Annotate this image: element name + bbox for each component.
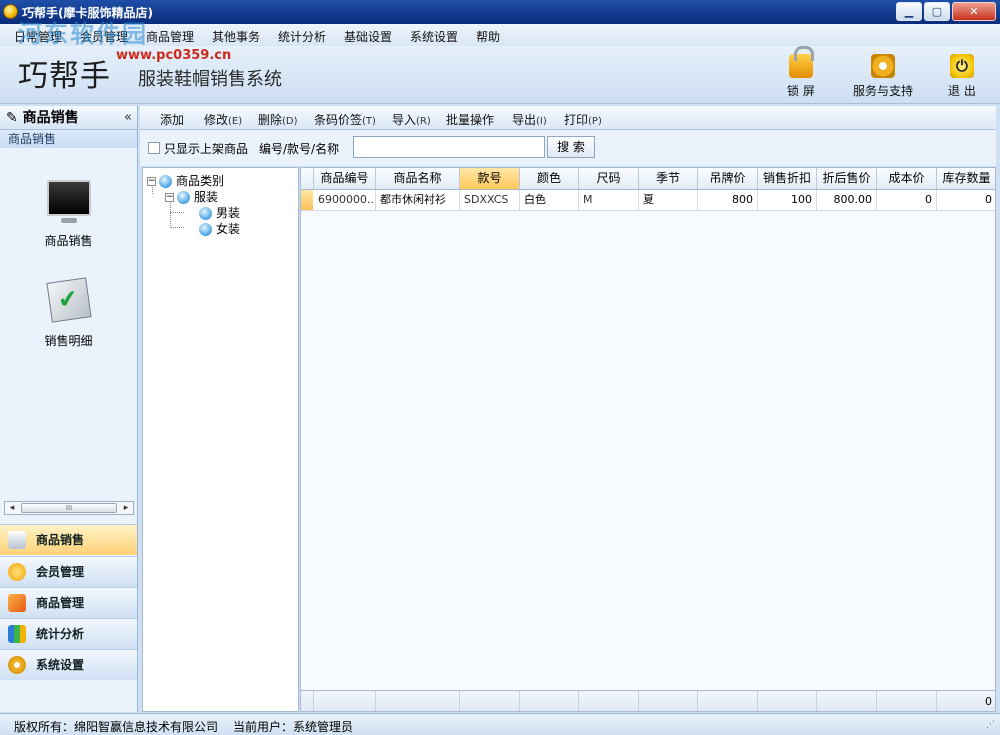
batch-button[interactable]: 批量操作 (446, 111, 494, 128)
column-header[interactable]: 吊牌价 (698, 168, 758, 189)
brand-subtitle: 服装鞋帽销售系统 (138, 69, 282, 90)
gear-icon (8, 656, 26, 674)
goods-grid: 商品编号 商品名称 款号 颜色 尺码 季节 吊牌价 销售折扣 折后售价 成本价 … (300, 167, 996, 712)
left-panel-title: 商品销售 (22, 110, 79, 126)
column-header[interactable]: 商品名称 (376, 168, 460, 189)
tile-sale-detail[interactable]: 销售明细 (0, 277, 137, 349)
column-header[interactable]: 尺码 (579, 168, 639, 189)
collapse-button[interactable]: « (124, 106, 132, 130)
maximize-button[interactable]: ▢ (924, 2, 950, 21)
tree-node-root[interactable]: − 商品类别 (147, 172, 224, 189)
left-panel-header: ✎ 商品销售 « (0, 106, 137, 130)
tree-node-women[interactable]: 女装 (199, 220, 240, 237)
column-header[interactable]: 库存数量 (937, 168, 995, 189)
tree-node-clothing[interactable]: − 服装 (165, 188, 218, 205)
app-icon (3, 4, 18, 19)
search-button[interactable]: 搜 索 (547, 136, 595, 158)
module-system-settings[interactable]: 系统设置 (0, 649, 137, 680)
menu-goods[interactable]: 商品管理 (146, 28, 194, 45)
action-toolbar: 添加 修改(E) 删除(D) 条码价签(T) 导入(R) 批量操作 导出(I) … (140, 106, 996, 130)
import-button[interactable]: 导入(R) (392, 111, 431, 128)
menu-bar: 日常管理 会员管理 商品管理 其他事务 统计分析 基础设置 系统设置 帮助 (0, 24, 1000, 46)
monitor-icon (46, 180, 91, 223)
print-button[interactable]: 打印(P) (564, 111, 602, 128)
menu-help[interactable]: 帮助 (476, 28, 500, 45)
barcode-label-button[interactable]: 条码价签(T) (314, 111, 376, 128)
box-icon (8, 594, 26, 612)
grid-footer: 0 (301, 690, 995, 711)
scroll-right-icon[interactable]: ▸ (119, 502, 133, 514)
tile-goods-sale[interactable]: 商品销售 (0, 180, 137, 249)
column-header[interactable]: 季节 (639, 168, 698, 189)
search-input[interactable] (353, 136, 545, 158)
pencil-icon: ✎ (6, 110, 18, 126)
grid-header: 商品编号 商品名称 款号 颜色 尺码 季节 吊牌价 销售折扣 折后售价 成本价 … (301, 168, 995, 190)
delete-button[interactable]: 删除(D) (258, 111, 298, 128)
export-button[interactable]: 导出(I) (512, 111, 547, 128)
watermark: 河东软件园 (18, 20, 148, 48)
status-bar: 版权所有：绵阳智赢信息技术有限公司 当前用户：系统管理员 ⋰ (0, 713, 1000, 735)
menu-basic-settings[interactable]: 基础设置 (344, 28, 392, 45)
category-icon (199, 223, 212, 236)
only-on-shelf-label: 只显示上架商品 (164, 142, 249, 156)
left-panel: ✎ 商品销售 « 商品销售 商品销售 销售明细 ◂ III ▸ 商品销售 会员管… (0, 106, 138, 712)
current-user: 当前用户：系统管理员 (233, 720, 354, 734)
lock-screen-button[interactable]: 锁 屏 (787, 46, 815, 99)
exit-button[interactable]: ⏻ 退 出 (948, 54, 976, 99)
collapse-icon[interactable]: − (165, 193, 174, 202)
only-on-shelf-checkbox[interactable] (148, 142, 160, 154)
brand-logo: 巧帮手 (18, 59, 111, 94)
module-goods-sale[interactable]: 商品销售 (0, 524, 137, 555)
member-icon (8, 563, 26, 581)
left-panel-scrollbar[interactable]: ◂ III ▸ (4, 501, 134, 515)
column-header[interactable]: 商品编号 (314, 168, 376, 189)
row-indicator (301, 190, 313, 210)
left-panel-section: 商品销售 (0, 130, 137, 148)
title-bar: 巧帮手(摩卡服饰精品店) ▁ ▢ ✕ (0, 0, 1000, 24)
category-icon (177, 191, 190, 204)
column-header[interactable]: 颜色 (520, 168, 579, 189)
menu-statistics[interactable]: 统计分析 (278, 28, 326, 45)
table-row[interactable]: 6900000... 都市休闲衬衫 SDXXCS 白色 M 夏 800 100 … (301, 190, 995, 211)
add-button[interactable]: 添加 (160, 111, 184, 128)
lock-icon (788, 46, 814, 78)
service-support-button[interactable]: 服务与支持 (853, 54, 913, 99)
close-button[interactable]: ✕ (952, 2, 996, 21)
category-icon (199, 207, 212, 220)
category-tree: − 商品类别 − 服装 男装 女装 (142, 167, 299, 712)
column-header[interactable]: 款号 (460, 168, 520, 189)
search-row: 只显示上架商品 编号/款号/名称 搜 索 (140, 130, 996, 166)
menu-other[interactable]: 其他事务 (212, 28, 260, 45)
scroll-left-icon[interactable]: ◂ (5, 502, 19, 514)
collapse-icon[interactable]: − (147, 177, 156, 186)
chart-icon (8, 625, 26, 643)
scroll-thumb[interactable]: III (21, 503, 117, 513)
edit-button[interactable]: 修改(E) (204, 111, 242, 128)
column-header[interactable]: 成本价 (877, 168, 937, 189)
tree-node-men[interactable]: 男装 (199, 204, 240, 221)
column-header[interactable]: 折后售价 (817, 168, 877, 189)
power-icon: ⏻ (949, 54, 974, 78)
column-header[interactable]: 销售折扣 (758, 168, 817, 189)
watermark-url: www.pc0359.cn (116, 48, 232, 63)
module-member[interactable]: 会员管理 (0, 556, 137, 587)
search-label: 编号/款号/名称 (259, 142, 340, 156)
module-goods[interactable]: 商品管理 (0, 587, 137, 618)
module-statistics[interactable]: 统计分析 (0, 618, 137, 649)
resize-grip-icon[interactable]: ⋰ (986, 720, 995, 730)
copyright-text: 版权所有：绵阳智赢信息技术有限公司 (14, 720, 219, 734)
minimize-button[interactable]: ▁ (896, 2, 922, 21)
stock-total: 0 (937, 691, 995, 711)
window-controls: ▁ ▢ ✕ (896, 2, 996, 21)
pencil-icon (8, 531, 26, 549)
menu-system-settings[interactable]: 系统设置 (410, 28, 458, 45)
category-icon (159, 175, 172, 188)
checklist-icon (45, 277, 92, 323)
gear-icon (871, 54, 895, 78)
